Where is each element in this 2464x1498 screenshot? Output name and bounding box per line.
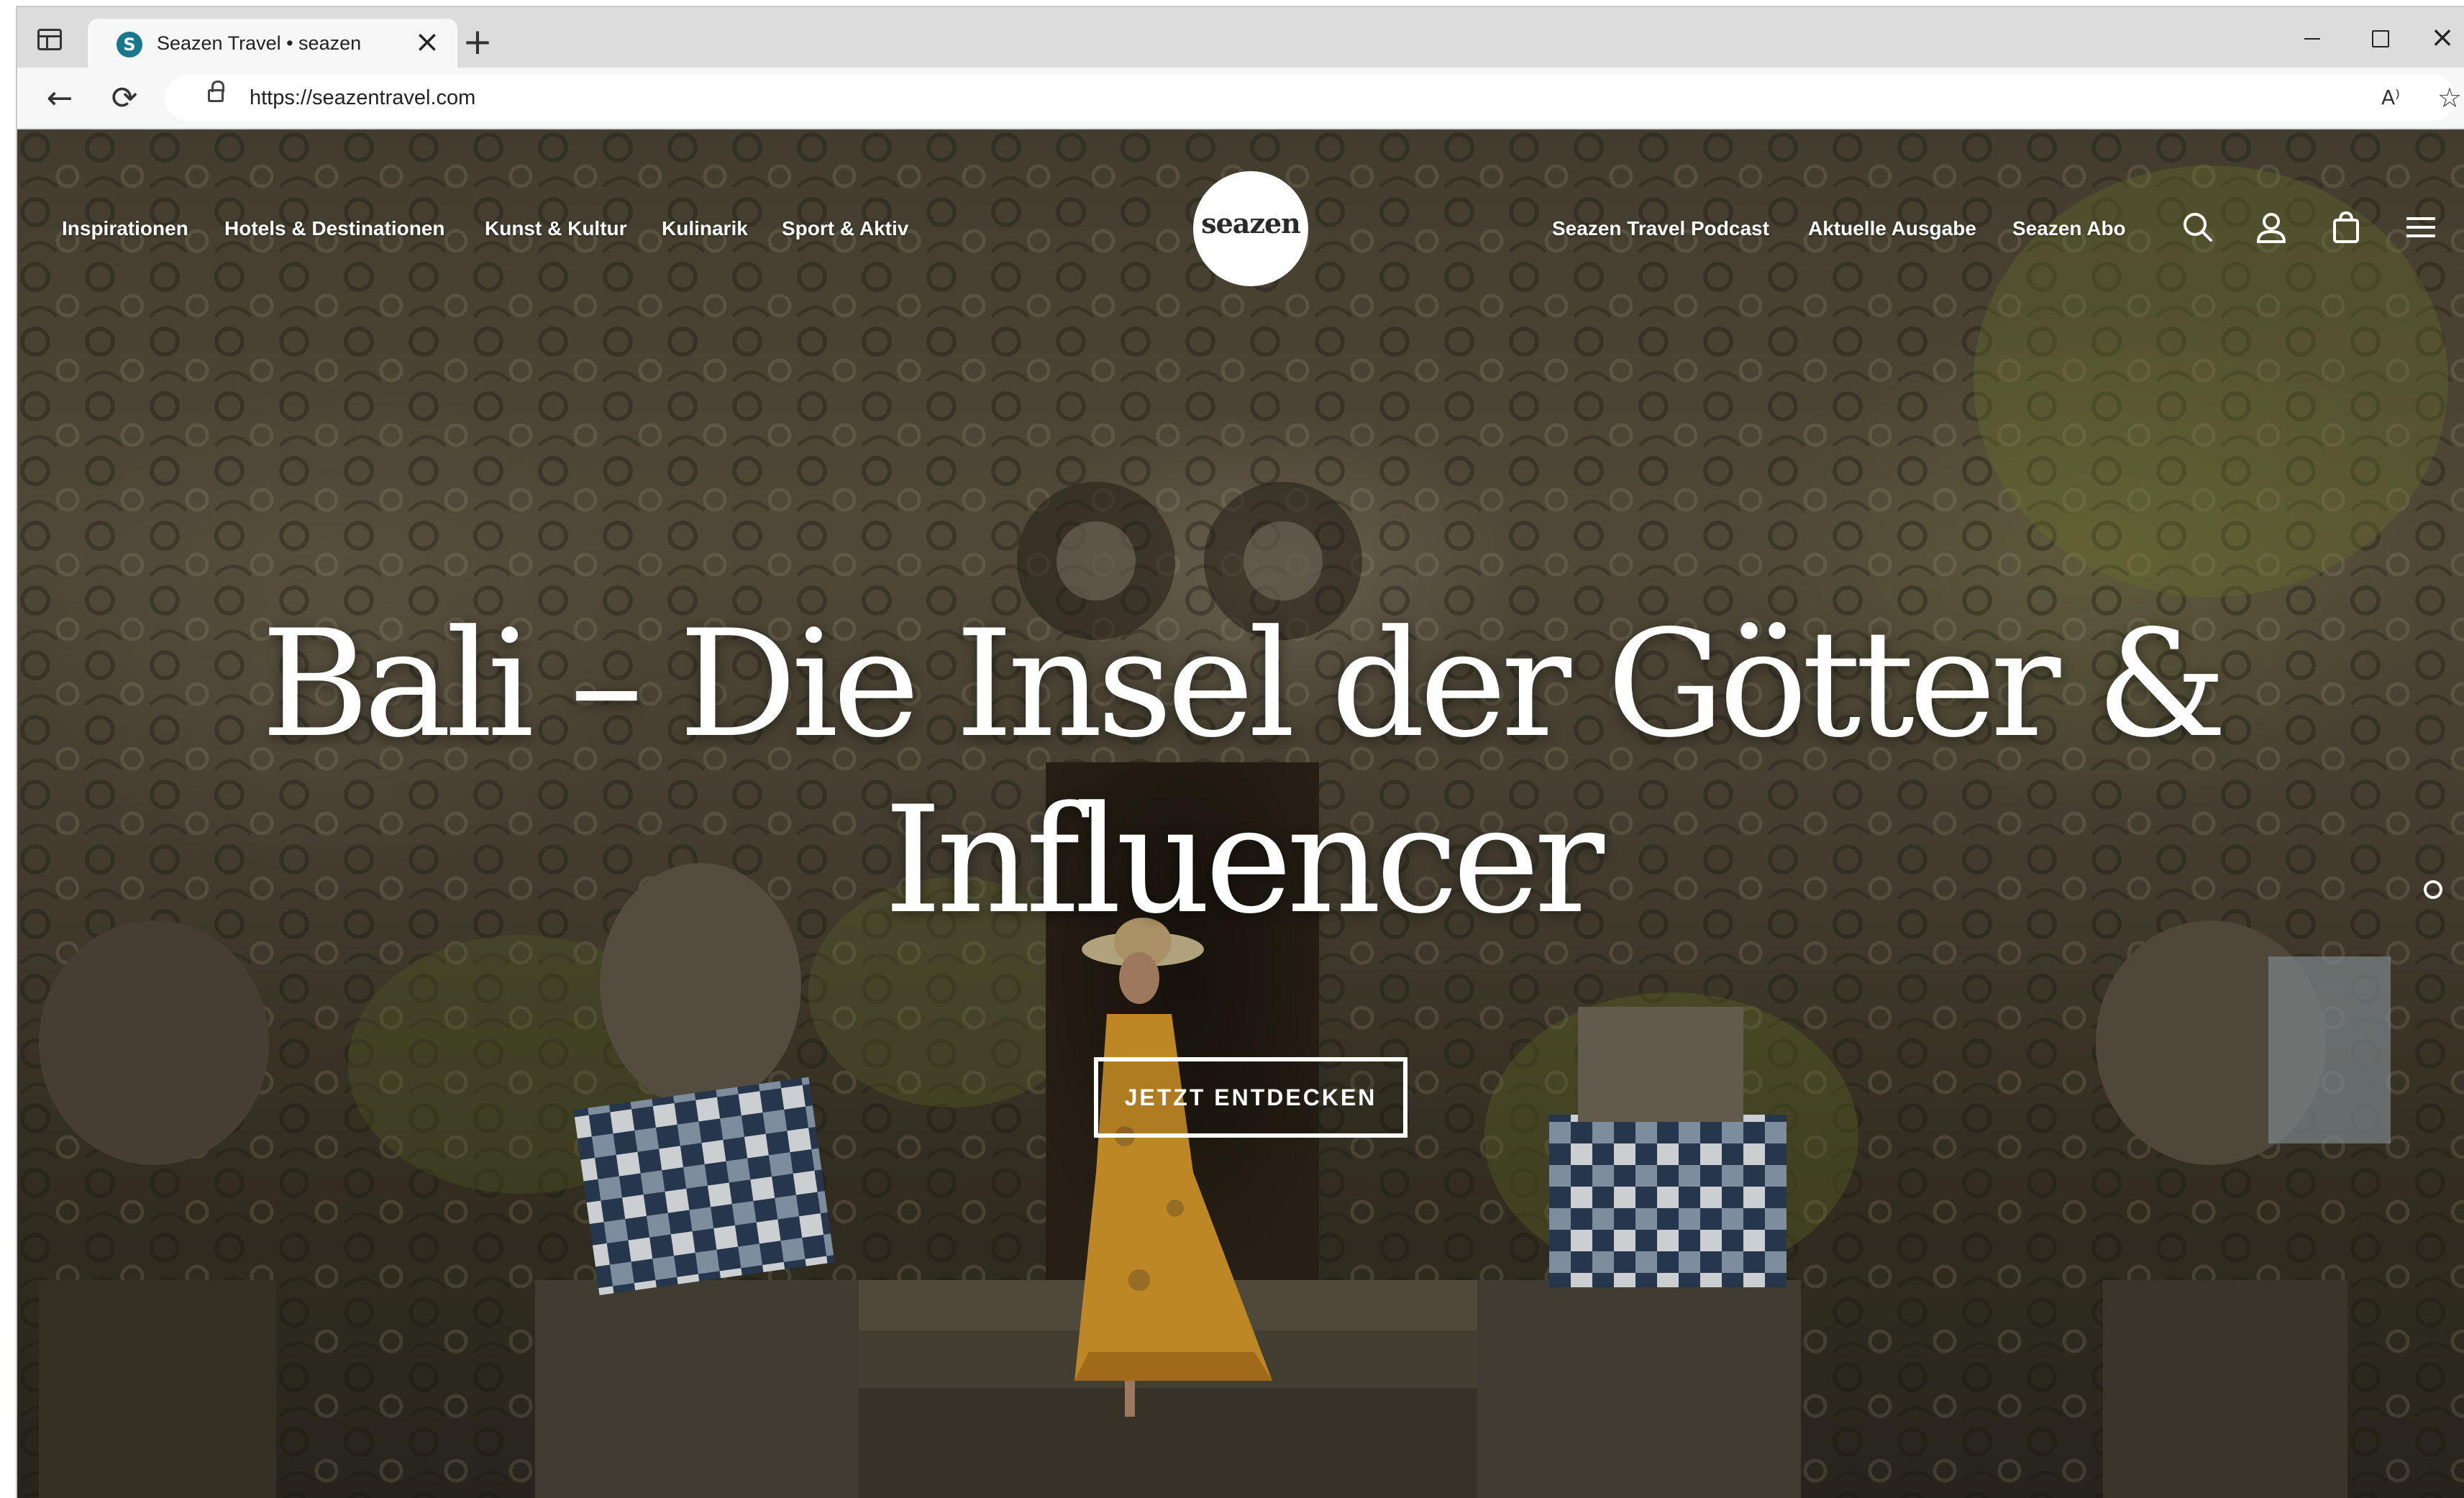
- search-icon[interactable]: [2179, 209, 2217, 246]
- favicon-icon: S: [117, 32, 142, 58]
- cta-button[interactable]: JETZT ENTDECKEN: [1094, 1057, 1407, 1138]
- nav-podcast[interactable]: Seazen Travel Podcast: [1552, 217, 1769, 240]
- tab-strip: S Seazen Travel • seazen × + ×: [17, 7, 2464, 68]
- headline-line-1: Bali – Die Insel der Götter &: [260, 599, 2227, 770]
- shopping-bag-icon[interactable]: [2327, 209, 2365, 246]
- new-tab-button[interactable]: +: [462, 24, 493, 60]
- hero-headline: Bali – Die Insel der Götter & Influencer: [17, 597, 2464, 949]
- url-text[interactable]: https://seazentravel.com: [250, 86, 475, 110]
- close-window-button[interactable]: ×: [2421, 22, 2464, 53]
- nav-sport-aktiv[interactable]: Sport & Aktiv: [782, 217, 908, 240]
- nav-seazen-abo[interactable]: Seazen Abo: [2012, 217, 2126, 240]
- menu-icon[interactable]: [2402, 209, 2440, 246]
- tab-title: Seazen Travel • seazen: [157, 32, 362, 54]
- nav-aktuelle-ausgabe[interactable]: Aktuelle Ausgabe: [1808, 217, 1976, 240]
- seazen-logo[interactable]: seazen: [1193, 171, 1308, 286]
- minimize-button[interactable]: [2290, 22, 2333, 53]
- browser-window: S Seazen Travel • seazen × + × ← ⟳ https…: [16, 6, 2464, 1498]
- lock-icon[interactable]: [208, 81, 224, 102]
- address-bar[interactable]: https://seazentravel.com A⁾ ☆: [165, 75, 2462, 121]
- account-icon[interactable]: [2253, 209, 2290, 246]
- tab-seazen[interactable]: S Seazen Travel • seazen ×: [88, 19, 457, 68]
- back-icon[interactable]: ←: [42, 81, 78, 117]
- nav-kunst-kultur[interactable]: Kunst & Kultur: [485, 217, 627, 240]
- logo-text: seazen: [1201, 207, 1301, 239]
- slider-dot[interactable]: [2424, 880, 2442, 899]
- reload-icon[interactable]: ⟳: [106, 81, 142, 117]
- nav-inspirationen[interactable]: Inspirationen: [62, 217, 188, 240]
- nav-hotels-destinationen[interactable]: Hotels & Destinationen: [224, 217, 444, 240]
- headline-line-2: Influencer: [884, 775, 1605, 946]
- nav-kulinarik[interactable]: Kulinarik: [662, 217, 748, 240]
- maximize-button[interactable]: [2358, 22, 2401, 53]
- favorite-star-icon[interactable]: ☆: [2434, 82, 2464, 114]
- tab-actions-icon[interactable]: [37, 29, 62, 50]
- browser-toolbar: ← ⟳ https://seazentravel.com A⁾ ☆: [17, 68, 2464, 129]
- read-aloud-icon[interactable]: A⁾: [2376, 83, 2405, 112]
- hero-section: Inspirationen Hotels & Destinationen Kun…: [17, 129, 2464, 1498]
- tab-close-icon[interactable]: ×: [413, 27, 442, 57]
